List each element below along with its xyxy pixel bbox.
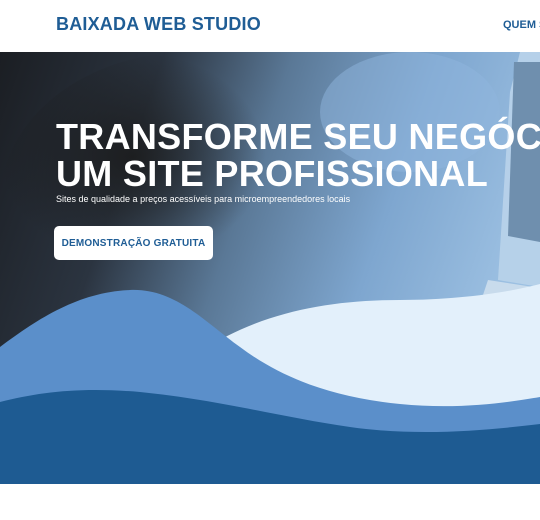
hero-title-line-1: TRANSFORME SEU NEGÓCIO [56, 116, 540, 157]
nav-item-about[interactable]: QUEM S [503, 19, 540, 31]
free-demo-button[interactable]: DEMONSTRAÇÃO GRATUITA [54, 226, 213, 260]
site-header: BAIXADA WEB STUDIO QUEM S [0, 0, 540, 50]
hero-title-line-2: UM SITE PROFISSIONAL [56, 153, 489, 194]
hero-section: TRANSFORME SEU NEGÓCIO UM SITE PROFISSIO… [0, 52, 540, 520]
hero-title: TRANSFORME SEU NEGÓCIO UM SITE PROFISSIO… [56, 118, 540, 192]
brand-logo[interactable]: BAIXADA WEB STUDIO [56, 14, 261, 35]
hero-subtitle: Sites de qualidade a preços acessíveis p… [56, 194, 351, 204]
